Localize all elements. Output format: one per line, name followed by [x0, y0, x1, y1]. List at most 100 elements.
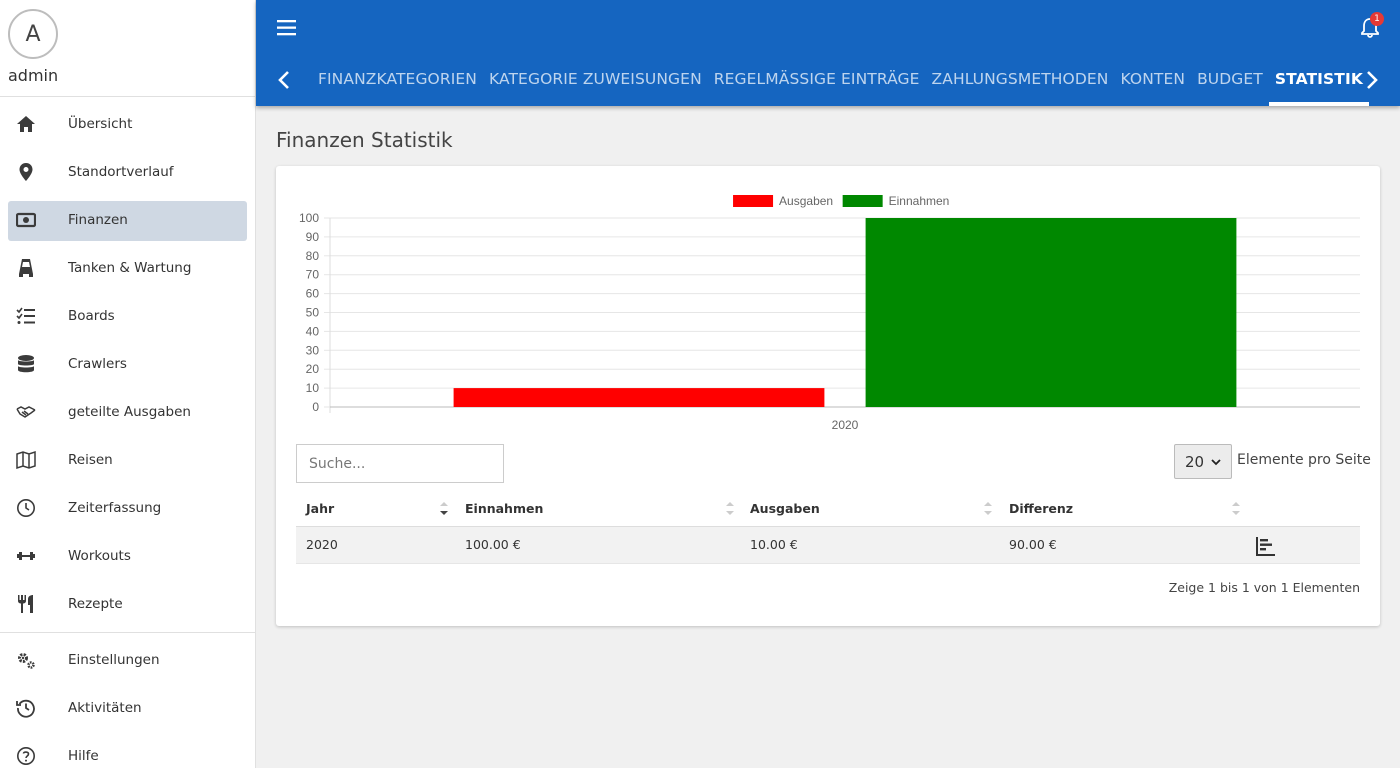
y-tick-label: 10 — [306, 381, 320, 395]
sidebar-item-finanzen[interactable]: Finanzen — [0, 196, 255, 244]
tab-bar: Finanzkategorien Kategorie Zuweisungen R… — [312, 60, 1370, 106]
sidebar-divider — [0, 632, 255, 633]
y-tick-label: 100 — [299, 211, 319, 225]
sidebar-item-label: Standortverlauf — [68, 164, 174, 180]
column-header-ausgaben[interactable]: Ausgaben — [750, 490, 820, 527]
top-app-bar: 1 Finanzkategorien Kategorie Zuweisungen… — [256, 0, 1400, 106]
notification-badge: 1 — [1370, 12, 1384, 26]
tab-finanzkategorien[interactable]: Finanzkategorien — [312, 60, 483, 106]
username: admin — [8, 66, 59, 85]
sidebar-item-label: Aktivitäten — [68, 700, 142, 716]
column-header-jahr[interactable]: Jahr — [306, 490, 456, 527]
search-input[interactable] — [296, 444, 504, 483]
avatar[interactable]: A — [8, 9, 58, 59]
bar-ausgaben — [453, 388, 825, 407]
legend-label-einnahmen: Einnahmen — [889, 194, 950, 208]
sidebar-item-label: Tanken & Wartung — [68, 260, 192, 276]
sort-icon[interactable] — [984, 501, 992, 515]
statistics-card: 0 10 20 30 40 50 60 70 80 90 100 2020 Ausgaben Einnah… — [276, 166, 1380, 626]
tab-statistik[interactable]: Statistik — [1268, 60, 1370, 106]
statistics-table: Jahr Einnahmen Ausgaben Differenz 2020 1… — [296, 490, 1360, 564]
tab-budget[interactable]: Budget — [1191, 60, 1269, 106]
sidebar-item-label: Workouts — [68, 548, 131, 564]
sort-icon[interactable] — [726, 501, 734, 515]
sidebar-item-label: Hilfe — [68, 748, 99, 764]
sidebar-item-label: Rezepte — [68, 596, 123, 612]
sidebar-item-aktivitaeten[interactable]: Aktivitäten — [0, 684, 255, 732]
sidebar-item-label: Finanzen — [68, 212, 128, 228]
history-icon — [16, 698, 36, 718]
page-title: Finanzen Statistik — [276, 128, 453, 152]
sidebar-item-uebersicht[interactable]: Übersicht — [0, 100, 255, 148]
y-tick-label: 20 — [306, 362, 320, 376]
tab-kategorie-zuweisungen[interactable]: Kategorie Zuweisungen — [483, 60, 708, 106]
map-icon — [16, 450, 36, 470]
sidebar-item-hilfe[interactable]: Hilfe — [0, 732, 255, 768]
sidebar-item-label: Zeiterfassung — [68, 500, 162, 516]
bar-chart: 0 10 20 30 40 50 60 70 80 90 100 2020 Ausgaben Einnah… — [299, 194, 1360, 432]
sidebar-item-zeiterfassung[interactable]: Zeiterfassung — [0, 484, 255, 532]
column-header-einnahmen[interactable]: Einnahmen — [465, 490, 543, 527]
sort-icon[interactable] — [1232, 501, 1240, 515]
y-tick-label: 30 — [306, 343, 320, 357]
legend-swatch-einnahmen — [842, 195, 883, 207]
handshake-icon — [16, 402, 36, 422]
sidebar-item-boards[interactable]: Boards — [0, 292, 255, 340]
legend-swatch-ausgaben — [733, 195, 774, 207]
cell-differenz: 90.00 € — [1009, 537, 1057, 552]
bar-chart-icon[interactable] — [1255, 535, 1277, 557]
pagination-info: Zeige 1 bis 1 von 1 Elementen — [1168, 580, 1360, 595]
sidebar-item-label: Boards — [68, 308, 115, 324]
y-tick-label: 70 — [306, 268, 320, 282]
sidebar-item-standortverlauf[interactable]: Standortverlauf — [0, 148, 255, 196]
sidebar-item-geteilte-ausgaben[interactable]: geteilte Ausgaben — [0, 388, 255, 436]
map-pin-icon — [16, 162, 36, 182]
sort-desc-icon[interactable] — [440, 501, 448, 515]
sidebar-item-workouts[interactable]: Workouts — [0, 532, 255, 580]
per-page-label: Elemente pro Seite — [1237, 452, 1371, 468]
table-header: Jahr Einnahmen Ausgaben Differenz — [296, 490, 1360, 527]
car-icon — [16, 258, 36, 278]
sidebar-item-reisen[interactable]: Reisen — [0, 436, 255, 484]
help-icon — [16, 746, 36, 766]
y-tick-label: 0 — [312, 400, 319, 414]
y-tick-label: 50 — [306, 306, 320, 320]
cell-jahr: 2020 — [306, 537, 338, 552]
sidebar-item-crawlers[interactable]: Crawlers — [0, 340, 255, 388]
legend-label-ausgaben: Ausgaben — [779, 194, 833, 208]
sidebar-item-label: Crawlers — [68, 356, 127, 372]
sidebar-item-tanken[interactable]: Tanken & Wartung — [0, 244, 255, 292]
tabs-scroll-right-icon[interactable] — [1358, 67, 1384, 93]
x-tick-label: 2020 — [832, 418, 859, 432]
y-tick-label: 90 — [306, 230, 320, 244]
tabs-scroll-left-icon[interactable] — [272, 67, 298, 93]
tab-zahlungsmethoden[interactable]: Zahlungsmethoden — [926, 60, 1115, 106]
cogs-icon — [16, 650, 36, 670]
column-header-differenz[interactable]: Differenz — [1009, 490, 1073, 527]
sidebar-bottom-nav: Einstellungen Aktivitäten Hilfe — [0, 636, 255, 768]
sidebar-item-label: Übersicht — [68, 116, 133, 132]
sidebar-item-label: geteilte Ausgaben — [68, 404, 191, 420]
home-icon — [16, 114, 36, 134]
tab-regelmaessige-eintraege[interactable]: Regelmässige Einträge — [708, 60, 926, 106]
utensils-icon — [16, 594, 36, 614]
sidebar: A admin Übersicht Standortverlauf Finanz… — [0, 0, 256, 768]
bar-einnahmen — [865, 218, 1237, 407]
checklist-icon — [16, 306, 36, 326]
sidebar-nav: Übersicht Standortverlauf Finanzen Tanke… — [0, 97, 255, 628]
y-tick-label: 40 — [306, 324, 320, 338]
user-panel: A admin — [0, 0, 255, 97]
tab-konten[interactable]: Konten — [1114, 60, 1191, 106]
sidebar-item-label: Einstellungen — [68, 652, 160, 668]
database-icon — [16, 354, 36, 374]
hamburger-menu-icon[interactable] — [276, 17, 298, 39]
dumbbell-icon — [16, 546, 36, 566]
per-page-select[interactable]: 20 — [1174, 444, 1232, 479]
sidebar-item-rezepte[interactable]: Rezepte — [0, 580, 255, 628]
y-tick-label: 80 — [306, 249, 320, 263]
money-icon — [16, 210, 36, 230]
cell-einnahmen: 100.00 € — [465, 537, 521, 552]
cell-ausgaben: 10.00 € — [750, 537, 798, 552]
chevron-down-icon — [1211, 453, 1221, 471]
sidebar-item-einstellungen[interactable]: Einstellungen — [0, 636, 255, 684]
